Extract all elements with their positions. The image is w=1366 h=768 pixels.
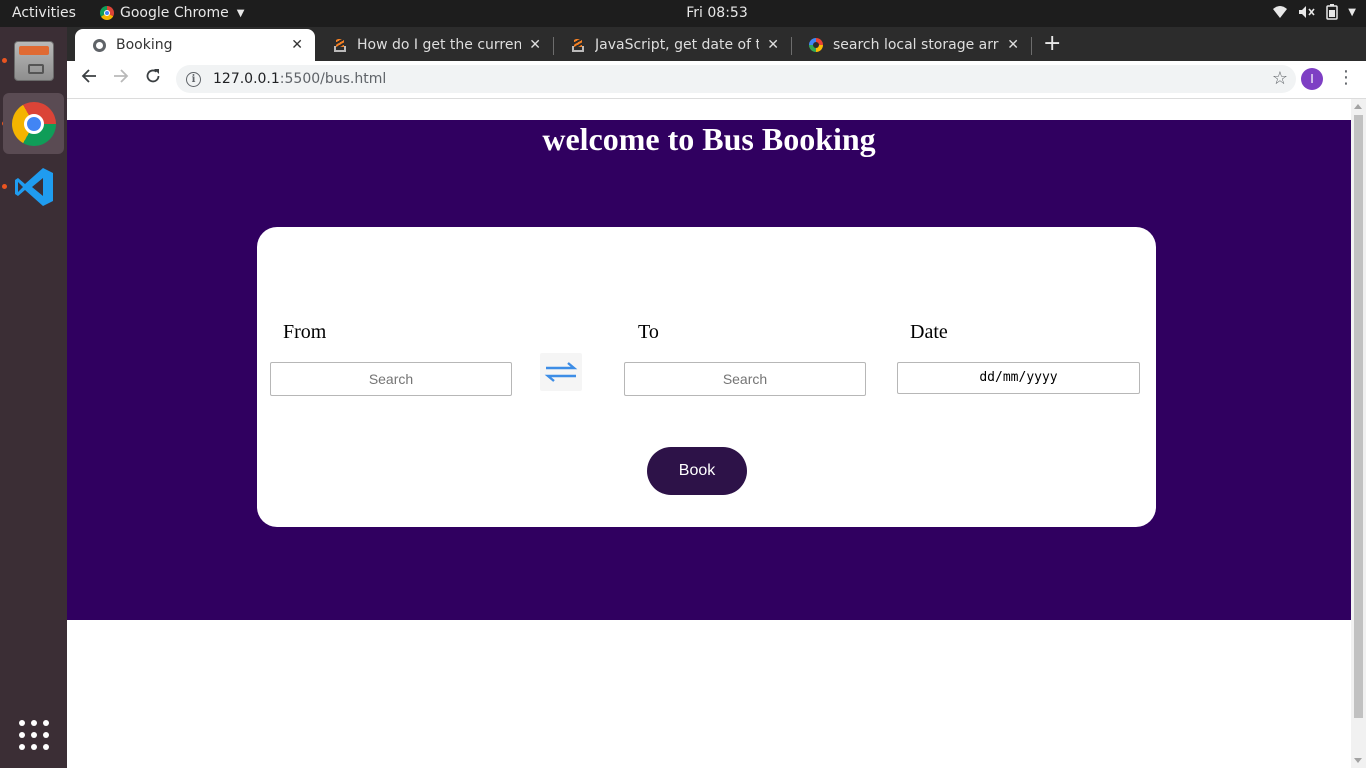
address-bar[interactable]: i 127.0.0.1:5500/bus.html ☆ (176, 65, 1296, 93)
booking-form-card: From To Date dd/mm/yyyy Book (257, 227, 1156, 527)
tab-stackoverflow-get-date[interactable]: JavaScript, get date of the ✕ (553, 29, 791, 61)
url-host: 127.0.0.1 (213, 71, 280, 87)
info-icon[interactable]: i (186, 71, 201, 87)
more-menu-icon[interactable]: ⋮ (1337, 66, 1355, 90)
tab-stackoverflow-current-date[interactable]: How do I get the current d ✕ (315, 29, 553, 61)
tab-title: JavaScript, get date of the (595, 37, 760, 53)
tab-booking[interactable]: Booking ✕ (75, 29, 315, 61)
scroll-down-arrow-icon[interactable] (1354, 758, 1362, 763)
dock-files[interactable] (3, 30, 64, 91)
to-search-input[interactable] (624, 362, 866, 396)
globe-icon (93, 38, 106, 52)
chrome-icon (11, 101, 56, 146)
from-label: From (283, 321, 327, 343)
files-icon (13, 40, 54, 81)
google-icon (809, 38, 823, 52)
arrow-left-icon (81, 69, 96, 83)
swap-button[interactable] (540, 353, 582, 391)
page-scrollbar[interactable] (1351, 99, 1366, 768)
battery-icon (1326, 4, 1339, 20)
vscode-icon (14, 167, 53, 206)
book-button[interactable]: Book (647, 447, 747, 495)
date-label: Date (910, 321, 948, 343)
url-text[interactable]: 127.0.0.1:5500/bus.html (213, 71, 386, 87)
arrow-right-icon (114, 69, 129, 83)
swap-arrows-icon (544, 362, 578, 382)
volume-muted-icon (1299, 6, 1315, 18)
dock-chrome[interactable] (3, 93, 64, 154)
system-tray[interactable]: ▼ (1272, 4, 1356, 20)
system-top-bar: Activities Google Chrome ▼ Fri 08:53 ▼ (0, 0, 1366, 27)
to-label: To (638, 321, 659, 343)
tab-title: How do I get the current d (357, 37, 522, 53)
booking-hero: welcome to Bus Booking From To Date dd/m… (67, 120, 1351, 620)
close-icon[interactable]: ✕ (529, 37, 541, 53)
date-input[interactable]: dd/mm/yyyy (897, 362, 1140, 394)
scrollbar-thumb[interactable] (1354, 115, 1363, 718)
browser-toolbar: i 127.0.0.1:5500/bus.html ☆ I ⋮ (67, 61, 1366, 99)
page-title: welcome to Bus Booking (542, 121, 876, 157)
close-icon[interactable]: ✕ (767, 37, 779, 53)
tab-title: Booking (116, 37, 173, 53)
dock-vscode[interactable] (3, 156, 64, 217)
clock[interactable]: Fri 08:53 (0, 5, 1366, 21)
stackoverflow-icon (333, 38, 347, 52)
show-applications-button[interactable] (3, 704, 64, 765)
forward-button[interactable] (109, 67, 133, 91)
profile-avatar[interactable]: I (1301, 68, 1323, 90)
reload-icon (146, 69, 160, 83)
tab-google-search[interactable]: search local storage array ✕ (791, 29, 1031, 61)
close-icon[interactable]: ✕ (291, 37, 303, 53)
back-button[interactable] (77, 67, 101, 91)
from-search-input[interactable] (270, 362, 512, 396)
dock (0, 27, 67, 768)
caret-down-icon: ▼ (1348, 6, 1356, 18)
tab-separator (1031, 37, 1032, 55)
tab-title: search local storage array (833, 37, 1000, 53)
app-grid-icon (18, 719, 49, 750)
new-tab-button[interactable]: + (1043, 30, 1061, 58)
tab-strip: Booking ✕ How do I get the current d ✕ J… (67, 27, 1366, 61)
scroll-up-arrow-icon[interactable] (1354, 104, 1362, 109)
url-path: :5500/bus.html (279, 71, 387, 87)
close-icon[interactable]: ✕ (1007, 37, 1019, 53)
reload-button[interactable] (141, 67, 165, 91)
wifi-icon (1273, 6, 1288, 18)
stackoverflow-icon (571, 38, 585, 52)
bookmark-star-icon[interactable]: ☆ (1272, 68, 1288, 89)
page-viewport: welcome to Bus Booking From To Date dd/m… (67, 99, 1351, 768)
